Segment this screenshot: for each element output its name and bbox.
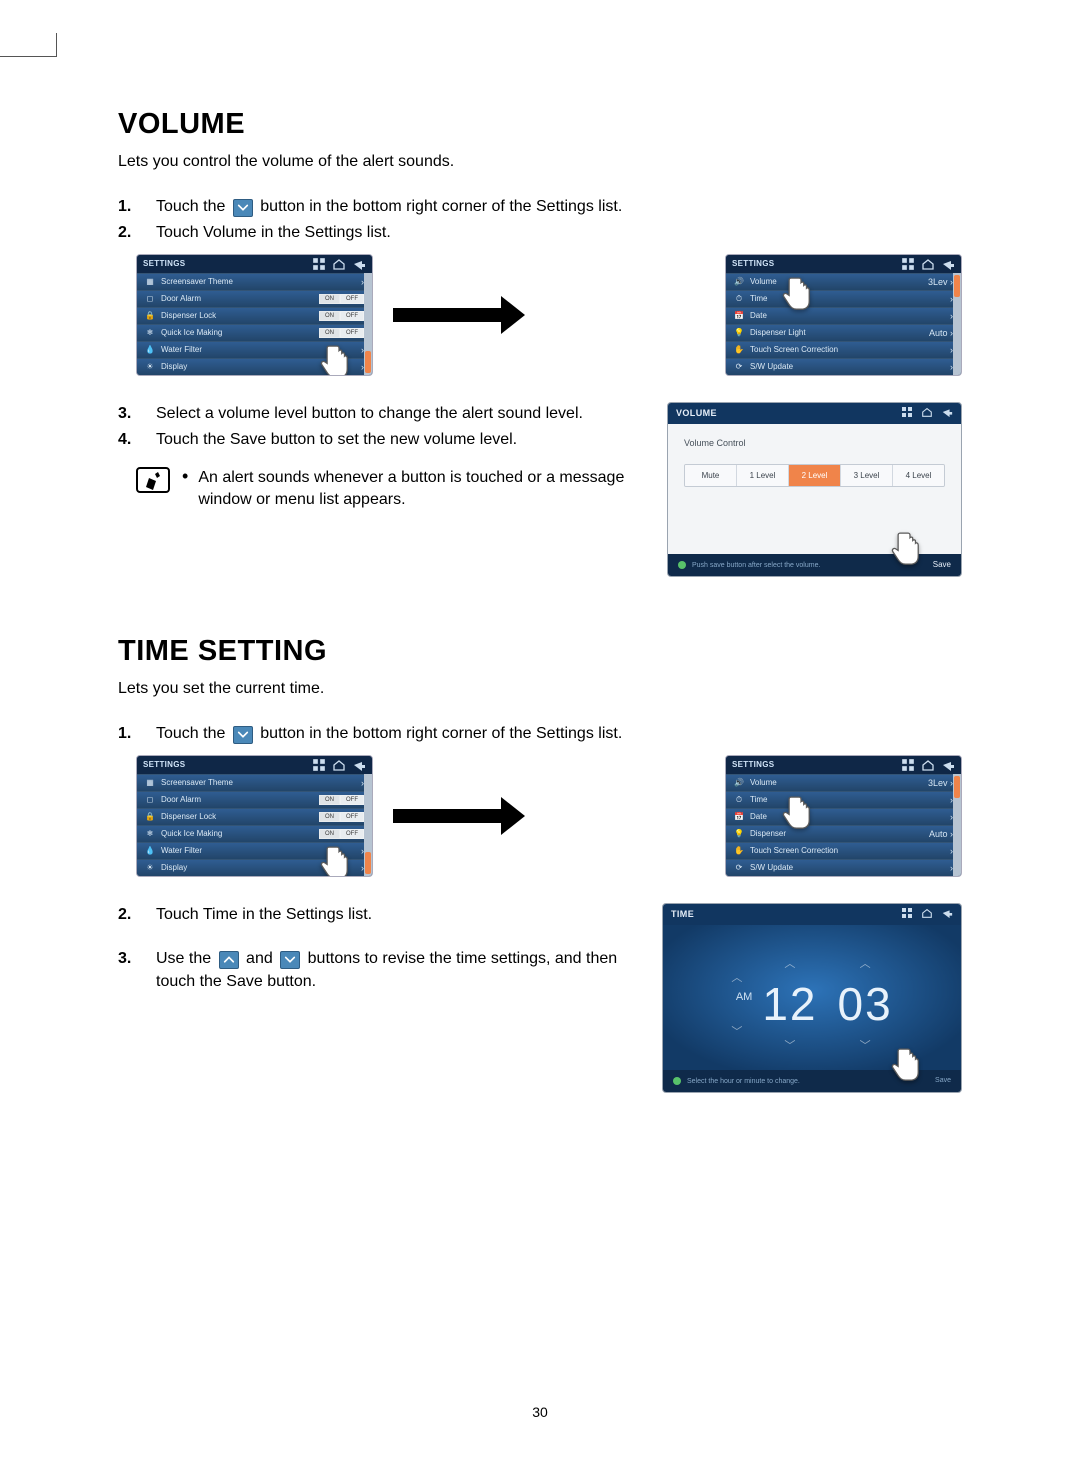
volume-step-1: Touch the button in the bottom right cor… [156, 195, 962, 218]
settings-panel-after: SETTINGS 🔊Volume3Lev › ⏱Time› 📅Date› 💡Di… [725, 254, 962, 376]
back-icon [941, 758, 955, 772]
settings-panel-after: SETTINGS 🔊Volume3Lev › ⏱Time› 📅Date› 💡Di… [725, 755, 962, 877]
grid-icon [312, 758, 326, 772]
back-icon [352, 758, 366, 772]
grid-icon [901, 907, 913, 921]
home-icon [921, 257, 935, 271]
back-icon [941, 907, 953, 921]
save-button[interactable]: Save [933, 560, 951, 569]
volume-screenshot-row: SETTINGS ▦Screensaver Theme› ◻Door Alarm… [136, 254, 962, 376]
volume-step-2: Touch Volume in the Settings list. [156, 221, 962, 244]
chevron-up-icon[interactable]: ︿ [860, 955, 871, 971]
volume-step-4: Touch the Save button to set the new vol… [156, 428, 641, 451]
chevron-up-icon[interactable]: ︿ [784, 955, 795, 971]
back-icon [941, 406, 953, 420]
time-steps-2-3: 2.Touch Time in the Settings list. [118, 903, 636, 926]
chevron-down-icon [280, 951, 300, 969]
home-icon [921, 758, 935, 772]
time-heading: TIME SETTING [118, 635, 962, 668]
chevron-up-icon[interactable]: ︿ [731, 969, 742, 985]
time-subtitle: Lets you set the current time. [118, 678, 962, 700]
volume-level-options[interactable]: Mute 1 Level 2 Level 3 Level 4 Level [684, 464, 945, 487]
volume-steps-3-4-block: 3.Select a volume level button to change… [118, 402, 962, 577]
page-number: 30 [0, 1404, 1080, 1420]
chevron-down-icon[interactable]: ﹀ [731, 1023, 742, 1039]
chevron-down-icon [233, 199, 253, 217]
grid-icon [312, 257, 326, 271]
back-icon [352, 257, 366, 271]
home-icon [921, 406, 933, 420]
grid-icon [901, 758, 915, 772]
volume-steps-1-2: 1. Touch the button in the bottom right … [118, 195, 962, 244]
volume-section: VOLUME Lets you control the volume of th… [118, 108, 962, 577]
time-steps-2-3-block: 2.Touch Time in the Settings list. 3. Us… [118, 903, 962, 1093]
time-section: TIME SETTING Lets you set the current ti… [118, 635, 962, 1093]
chevron-down-icon[interactable]: ﹀ [860, 1037, 871, 1053]
ampm-stepper[interactable]: ︿ AM ﹀ [731, 969, 742, 1039]
volume-note: •An alert sounds whenever a button is to… [136, 467, 641, 510]
home-icon [921, 907, 933, 921]
chevron-down-icon[interactable]: ﹀ [784, 1037, 795, 1053]
arrow-icon [393, 308, 503, 322]
note-icon [136, 467, 170, 493]
time-step-2: Touch Time in the Settings list. [156, 903, 636, 926]
volume-heading: VOLUME [118, 108, 962, 141]
volume-control-panel: VOLUME Volume Control Mute 1 Level 2 Lev… [667, 402, 962, 577]
time-screenshot-row: SETTINGS ▦Screensaver Theme› ◻Door Alarm… [136, 755, 962, 877]
settings-panel-before: SETTINGS ▦Screensaver Theme› ◻Door Alarm… [136, 254, 373, 376]
home-icon [332, 257, 346, 271]
grid-icon [901, 406, 913, 420]
grid-icon [901, 257, 915, 271]
minute-stepper[interactable]: ︿ 03 ﹀ [838, 955, 893, 1053]
save-button[interactable]: Save [935, 1077, 951, 1084]
volume-subtitle: Lets you control the volume of the alert… [118, 151, 962, 173]
page-corner-mark [0, 56, 56, 80]
volume-step-3: Select a volume level button to change t… [156, 402, 641, 425]
home-icon [332, 758, 346, 772]
back-icon [941, 257, 955, 271]
settings-panel-before: SETTINGS ▦Screensaver Theme› ◻Door Alarm… [136, 755, 373, 877]
hour-stepper[interactable]: ︿ 12 ﹀ [762, 955, 817, 1053]
volume-steps-3-4: 3.Select a volume level button to change… [118, 402, 641, 451]
time-step-3: Use the and buttons to revise the time s… [156, 947, 636, 993]
chevron-down-icon [233, 726, 253, 744]
arrow-icon [393, 809, 503, 823]
time-panel: TIME ︿ AM ﹀ ︿ [662, 903, 962, 1093]
chevron-up-icon [219, 951, 239, 969]
time-step-1: 1. Touch the button in the bottom right … [118, 722, 962, 745]
